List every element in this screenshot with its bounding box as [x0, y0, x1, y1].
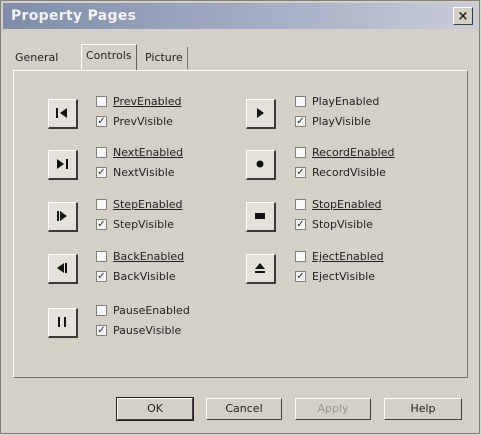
controls-panel	[13, 70, 468, 378]
stop-icon	[255, 213, 265, 219]
checkbox-box	[96, 147, 107, 158]
property-pages-dialog: Property Pages × General Controls Pictur…	[0, 0, 480, 434]
close-button[interactable]: ×	[453, 7, 473, 25]
prev-button[interactable]	[48, 99, 78, 129]
eject-visible-label: EjectVisible	[312, 270, 376, 283]
back-icon	[57, 263, 67, 273]
checkbox-box	[295, 96, 306, 107]
pause-visible-label: PauseVisible	[113, 324, 182, 337]
title-bar[interactable]: Property Pages ×	[3, 3, 477, 29]
pause-button[interactable]	[48, 308, 78, 338]
eject-enabled-label: EjectEnabled	[312, 250, 384, 263]
step-icon	[57, 211, 67, 221]
play-enabled-label: PlayEnabled	[312, 95, 380, 108]
back-enabled-label: BackEnabled	[113, 250, 185, 263]
checkbox-box	[96, 305, 107, 316]
cancel-button[interactable]: Cancel	[206, 398, 282, 420]
help-button[interactable]: Help	[384, 398, 462, 420]
step-enabled-label: StepEnabled	[113, 198, 183, 211]
check-icon: ✓	[96, 167, 107, 178]
pause-enabled-label: PauseEnabled	[113, 304, 190, 317]
prev-visible-label: PrevVisible	[113, 115, 173, 128]
checkbox-box	[96, 96, 107, 107]
checkbox-box	[96, 199, 107, 210]
check-icon: ✓	[295, 116, 306, 127]
check-icon: ✓	[295, 167, 306, 178]
next-button[interactable]	[48, 150, 78, 180]
check-icon: ✓	[295, 219, 306, 230]
record-icon	[256, 160, 264, 168]
check-icon: ✓	[96, 219, 107, 230]
play-icon	[257, 108, 264, 118]
check-icon: ✓	[295, 271, 306, 282]
record-button[interactable]	[246, 150, 276, 180]
eject-icon	[255, 263, 265, 273]
next-icon	[57, 159, 68, 169]
checkbox-box	[96, 251, 107, 262]
window-title: Property Pages	[11, 8, 137, 24]
stop-enabled-label: StopEnabled	[312, 198, 382, 211]
tab-picture[interactable]: Picture	[141, 47, 188, 69]
ok-button[interactable]: OK	[116, 397, 194, 421]
tab-general[interactable]: General	[11, 47, 62, 69]
checkbox-box	[295, 251, 306, 262]
back-button[interactable]	[48, 254, 78, 284]
check-icon: ✓	[96, 116, 107, 127]
back-visible-label: BackVisible	[113, 270, 176, 283]
prev-enabled-label: PrevEnabled	[113, 95, 182, 108]
apply-button[interactable]: Apply	[295, 398, 371, 420]
checkbox-box	[295, 199, 306, 210]
play-visible-label: PlayVisible	[312, 115, 371, 128]
stop-button[interactable]	[246, 202, 276, 232]
next-enabled-label: NextEnabled	[113, 146, 184, 159]
record-visible-label: RecordVisible	[312, 166, 386, 179]
play-button[interactable]	[246, 99, 276, 129]
next-visible-label: NextVisible	[113, 166, 175, 179]
prev-icon	[56, 108, 67, 118]
eject-button[interactable]	[246, 254, 276, 284]
stop-visible-label: StopVisible	[312, 218, 373, 231]
check-icon: ✓	[96, 271, 107, 282]
check-icon: ✓	[96, 325, 107, 336]
step-button[interactable]	[48, 202, 78, 232]
record-enabled-label: RecordEnabled	[312, 146, 395, 159]
step-visible-label: StepVisible	[113, 218, 174, 231]
tab-controls[interactable]: Controls	[81, 44, 137, 70]
checkbox-box	[295, 147, 306, 158]
pause-icon	[58, 317, 66, 327]
